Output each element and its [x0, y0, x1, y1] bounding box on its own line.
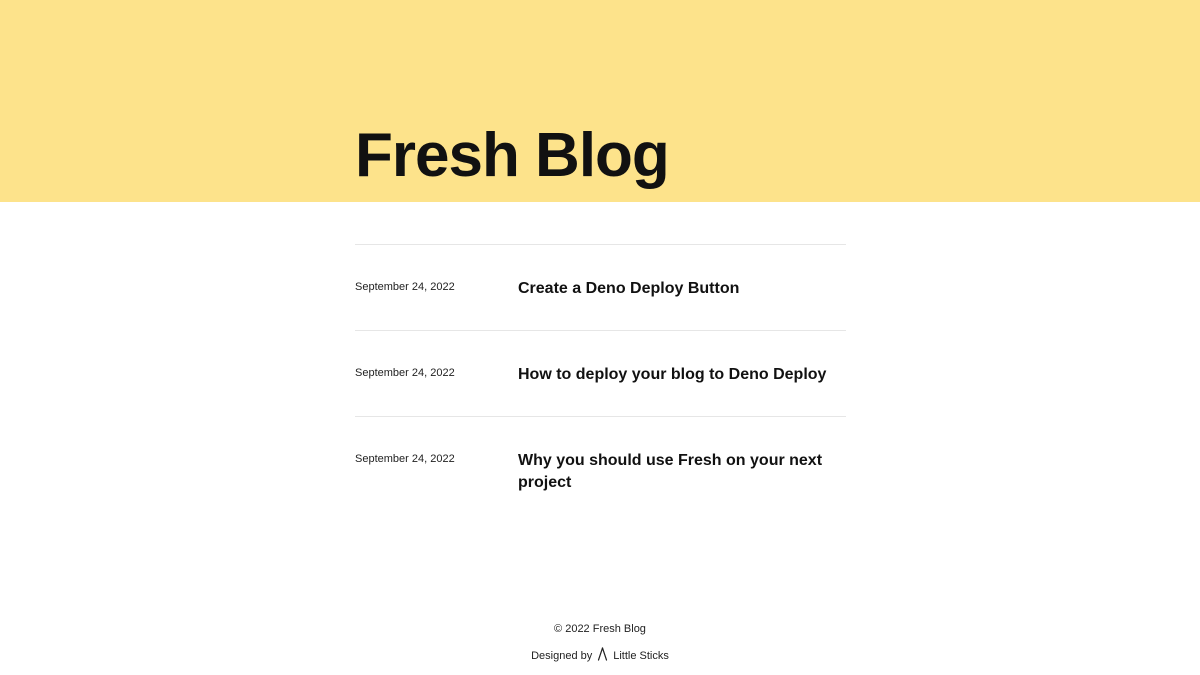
designed-by-label: Designed by [531, 650, 593, 662]
post-item: September 24, 2022 Why you should use Fr… [355, 416, 846, 526]
post-title-link[interactable]: Why you should use Fresh on your next pr… [518, 450, 828, 494]
post-title-link[interactable]: Create a Deno Deploy Button [518, 278, 828, 300]
designer-name: Little Sticks [613, 650, 669, 662]
designer-credit: Designed by Little Sticks [0, 646, 1200, 667]
footer: © 2022 Fresh Blog Designed by Little Sti… [0, 621, 1200, 665]
little-sticks-link[interactable]: Little Sticks [597, 646, 669, 667]
little-sticks-icon [597, 646, 608, 667]
post-item: September 24, 2022 How to deploy your bl… [355, 330, 846, 416]
post-list: September 24, 2022 Create a Deno Deploy … [355, 244, 846, 526]
hero-banner: Fresh Blog [0, 0, 1200, 202]
post-date: September 24, 2022 [355, 281, 455, 293]
post-date: September 24, 2022 [355, 453, 455, 465]
post-item: September 24, 2022 Create a Deno Deploy … [355, 244, 846, 330]
post-title-link[interactable]: How to deploy your blog to Deno Deploy [518, 364, 828, 386]
post-date: September 24, 2022 [355, 367, 455, 379]
copyright-text: © 2022 Fresh Blog [554, 623, 646, 635]
site-title: Fresh Blog [355, 121, 670, 190]
